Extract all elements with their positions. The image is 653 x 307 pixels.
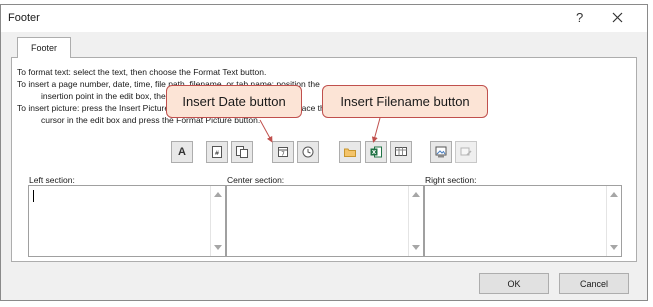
insert-page-number-icon: # bbox=[212, 146, 222, 158]
insert-page-number-button[interactable]: # bbox=[206, 141, 228, 163]
excel-file-icon: X bbox=[370, 146, 382, 158]
close-button[interactable] bbox=[608, 8, 626, 26]
cancel-button[interactable]: Cancel bbox=[559, 273, 629, 294]
instruction-format-text: To format text: select the text, then ch… bbox=[17, 67, 267, 77]
tab-footer[interactable]: Footer bbox=[17, 37, 71, 58]
center-section-input[interactable] bbox=[227, 186, 408, 256]
text-cursor bbox=[33, 190, 34, 202]
right-section-scrollbar[interactable] bbox=[606, 186, 621, 256]
insert-date-icon: 7 bbox=[278, 147, 288, 158]
insert-picture-icon bbox=[435, 146, 447, 158]
scroll-down-icon[interactable] bbox=[412, 245, 420, 250]
format-picture-button[interactable] bbox=[455, 141, 477, 163]
folder-icon bbox=[344, 148, 356, 157]
right-section-input[interactable] bbox=[425, 186, 606, 256]
insert-file-path-button[interactable] bbox=[339, 141, 361, 163]
footer-dialog: Footer ? Footer To format text: select t… bbox=[0, 4, 648, 301]
center-section-label: Center section: bbox=[227, 175, 285, 185]
left-section-box bbox=[28, 185, 226, 257]
format-text-icon: A bbox=[178, 146, 186, 158]
close-icon bbox=[612, 12, 622, 22]
scroll-down-icon[interactable] bbox=[214, 245, 222, 250]
scroll-up-icon[interactable] bbox=[214, 192, 222, 197]
insert-time-button[interactable] bbox=[297, 141, 319, 163]
left-section-label: Left section: bbox=[29, 175, 75, 185]
insert-sheet-name-button[interactable] bbox=[390, 141, 412, 163]
right-section-label: Right section: bbox=[425, 175, 477, 185]
dialog-title: Footer bbox=[8, 12, 40, 24]
scroll-down-icon[interactable] bbox=[610, 245, 618, 250]
insert-date-callout: Insert Date button bbox=[166, 85, 302, 118]
right-section-box bbox=[424, 185, 622, 257]
left-section-scrollbar[interactable] bbox=[210, 186, 225, 256]
instruction-insert-picture: To insert picture: press the Insert Pict… bbox=[17, 103, 170, 113]
format-text-button[interactable]: A bbox=[171, 141, 193, 163]
insert-filename-callout: Insert Filename button bbox=[322, 85, 488, 118]
left-section-input[interactable] bbox=[29, 186, 210, 256]
scroll-up-icon[interactable] bbox=[412, 192, 420, 197]
insert-number-of-pages-button[interactable] bbox=[231, 141, 253, 163]
center-section-scrollbar[interactable] bbox=[408, 186, 423, 256]
format-picture-icon bbox=[460, 147, 472, 156]
insert-time-icon bbox=[302, 146, 314, 158]
insert-date-button[interactable]: 7 bbox=[272, 141, 294, 163]
insert-picture-button[interactable] bbox=[430, 141, 452, 163]
help-button[interactable]: ? bbox=[576, 10, 583, 25]
title-bar: Footer ? bbox=[1, 5, 647, 32]
instruction-insert-field-cont: insertion point in the edit box, then bbox=[41, 91, 171, 101]
ok-button[interactable]: OK bbox=[479, 273, 549, 294]
scroll-up-icon[interactable] bbox=[610, 192, 618, 197]
sheet-name-icon bbox=[395, 147, 407, 156]
svg-text:7: 7 bbox=[281, 152, 285, 158]
center-section-box bbox=[226, 185, 424, 257]
svg-text:#: # bbox=[214, 150, 219, 157]
insert-number-of-pages-icon bbox=[236, 146, 248, 158]
insert-filename-button[interactable]: X bbox=[365, 141, 387, 163]
